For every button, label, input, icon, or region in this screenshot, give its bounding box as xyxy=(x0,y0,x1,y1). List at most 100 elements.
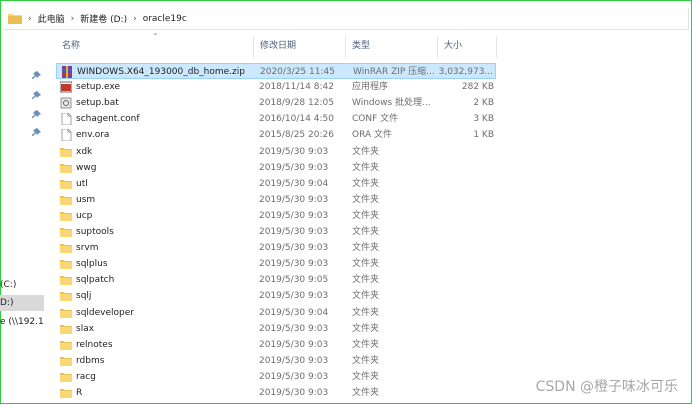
file-row[interactable]: srvm 2019/5/30 9:03 文件夹 xyxy=(56,240,496,256)
file-row[interactable]: setup.exe 2018/11/14 8:42 应用程序 282 KB xyxy=(56,79,496,95)
file-row[interactable]: suptools 2019/5/30 9:03 文件夹 xyxy=(56,224,496,240)
column-header-type[interactable]: 类型 xyxy=(352,36,370,56)
pin-icon[interactable] xyxy=(32,128,41,137)
pin-icon[interactable] xyxy=(32,71,41,80)
file-date: 2019/5/30 9:03 xyxy=(259,227,329,237)
file-date: 2019/5/30 9:03 xyxy=(259,291,329,302)
file-date: 2018/11/14 8:42 xyxy=(259,82,334,93)
file-date: 2019/5/30 9:03 xyxy=(259,355,329,366)
file-date: 2019/5/30 9:03 xyxy=(259,194,329,205)
file-type: 文件夹 xyxy=(352,307,380,318)
file-type: 文件夹 xyxy=(352,339,380,350)
breadcrumb-item[interactable]: 此电脑 xyxy=(38,12,65,25)
file-date: 2019/5/30 9:03 xyxy=(259,323,329,334)
folder-icon xyxy=(60,371,72,383)
file-row[interactable]: relnotes 2019/5/30 9:03 文件夹 xyxy=(56,337,496,353)
file-row[interactable]: utl 2019/5/30 9:04 文件夹 xyxy=(56,176,496,192)
file-name: sqlpatch xyxy=(76,275,115,286)
file-name: ucp xyxy=(76,210,93,221)
file-row[interactable]: racg 2019/5/30 9:03 文件夹 xyxy=(56,369,496,385)
exe-icon xyxy=(59,81,73,93)
folder-icon xyxy=(60,242,72,254)
file-type: 文件夹 xyxy=(352,355,380,366)
column-divider[interactable] xyxy=(496,36,497,58)
file-name: suptools xyxy=(76,227,114,237)
file-type: 文件夹 xyxy=(352,259,380,270)
breadcrumb-item[interactable]: oracle19c xyxy=(143,14,187,24)
file-row[interactable]: slax 2019/5/30 9:03 文件夹 xyxy=(56,321,496,337)
file-type: 文件夹 xyxy=(352,194,380,205)
file-size: 1 KB xyxy=(473,130,494,141)
bat-icon xyxy=(60,97,72,109)
breadcrumb[interactable]: › 此电脑 › 新建卷 (D:) › oracle19c xyxy=(22,12,187,26)
file-type: 文件夹 xyxy=(352,243,380,254)
pin-icon[interactable] xyxy=(32,110,41,119)
column-header-name[interactable]: 名称 xyxy=(62,36,80,56)
file-date: 2015/8/25 20:26 xyxy=(259,130,334,141)
file-row[interactable]: setup.bat 2018/9/28 12:05 Windows 批处理... 2 … xyxy=(56,95,496,111)
file-size: 2 KB xyxy=(473,98,494,109)
file-row[interactable]: wwg 2019/5/30 9:03 文件夹 xyxy=(56,160,496,176)
folder-icon xyxy=(60,339,72,351)
file-row[interactable]: WINDOWS.X64_193000_db_home.zip 2020/3/25 … xyxy=(56,63,496,79)
folder-icon xyxy=(60,210,72,222)
column-header-date[interactable]: 修改日期 xyxy=(260,36,296,56)
watermark: CSDN @橙子味冰可乐 xyxy=(535,379,678,395)
file-row[interactable]: sqldeveloper 2019/5/30 9:04 文件夹 xyxy=(56,305,496,321)
file-row[interactable]: ucp 2019/5/30 9:03 文件夹 xyxy=(56,208,496,224)
file-date: 2019/5/30 9:03 xyxy=(259,146,329,157)
navigation-pane: (C:) D:) e (\\192.1 xyxy=(0,30,44,404)
file-row[interactable]: env.ora 2015/8/25 20:26 ORA 文件 1 KB xyxy=(56,127,496,143)
file-row[interactable]: sqlplus 2019/5/30 9:03 文件夹 xyxy=(56,256,496,272)
file-size: 3 KB xyxy=(473,114,494,125)
pin-icon[interactable] xyxy=(32,91,41,100)
file-row[interactable]: rdbms 2019/5/30 9:03 文件夹 xyxy=(56,353,496,369)
folder-icon xyxy=(60,274,72,286)
file-row[interactable]: schagent.conf 2016/10/14 4:50 CONF 文件 3 KB xyxy=(56,111,496,127)
file-name: sqlplus xyxy=(76,259,108,270)
file-name: schagent.conf xyxy=(76,114,140,125)
folder-icon xyxy=(60,146,72,158)
file-row[interactable]: R 2019/5/30 9:03 文件夹 xyxy=(56,385,496,401)
nav-item-drive-d[interactable]: D:) xyxy=(0,295,44,311)
file-type: 文件夹 xyxy=(352,227,380,237)
nav-item-drive-c[interactable]: (C:) xyxy=(0,277,44,293)
file-name: rdbms xyxy=(76,355,105,366)
file-icon xyxy=(60,112,72,126)
breadcrumb-item[interactable]: 新建卷 (D:) xyxy=(80,12,127,25)
file-row[interactable]: usm 2019/5/30 9:03 文件夹 xyxy=(56,192,496,208)
file-date: 2019/5/30 9:04 xyxy=(259,307,329,318)
file-name: setup.exe xyxy=(76,82,120,93)
address-bar-divider xyxy=(688,8,689,30)
file-date: 2020/3/25 11:45 xyxy=(260,67,335,77)
chevron-right-icon[interactable]: › xyxy=(71,14,75,24)
file-size: 3,032,973... xyxy=(438,67,493,77)
column-header-size[interactable]: 大小 xyxy=(444,36,462,56)
column-divider[interactable] xyxy=(253,36,254,58)
file-date: 2019/5/30 9:03 xyxy=(259,388,329,398)
file-date: 2016/10/14 4:50 xyxy=(259,114,334,125)
file-date: 2019/5/30 9:03 xyxy=(259,210,329,221)
file-date: 2019/5/30 9:04 xyxy=(259,178,329,189)
folder-icon xyxy=(60,290,72,302)
file-row[interactable]: sqlpatch 2019/5/30 9:05 文件夹 xyxy=(56,272,496,288)
file-type: WinRAR ZIP 压缩... xyxy=(353,67,435,77)
file-row[interactable]: sqlj 2019/5/30 9:03 文件夹 xyxy=(56,288,496,304)
folder-icon xyxy=(60,226,72,238)
file-type: 文件夹 xyxy=(352,323,380,334)
file-type: 文件夹 xyxy=(352,178,380,189)
file-row[interactable]: xdk 2019/5/30 9:03 文件夹 xyxy=(56,144,496,160)
file-date: 2019/5/30 9:05 xyxy=(259,275,329,286)
nav-item-network-share[interactable]: e (\\192.1 xyxy=(0,314,44,330)
folder-icon xyxy=(8,13,22,24)
folder-icon xyxy=(60,162,72,174)
file-type: CONF 文件 xyxy=(352,114,399,125)
column-divider[interactable] xyxy=(345,36,346,58)
folder-icon xyxy=(60,387,72,399)
file-name: utl xyxy=(76,178,88,189)
address-bar[interactable]: › 此电脑 › 新建卷 (D:) › oracle19c xyxy=(3,8,689,30)
chevron-right-icon[interactable]: › xyxy=(133,14,137,24)
chevron-right-icon[interactable]: › xyxy=(28,14,32,24)
column-divider[interactable] xyxy=(437,36,438,58)
file-name: relnotes xyxy=(76,339,113,350)
